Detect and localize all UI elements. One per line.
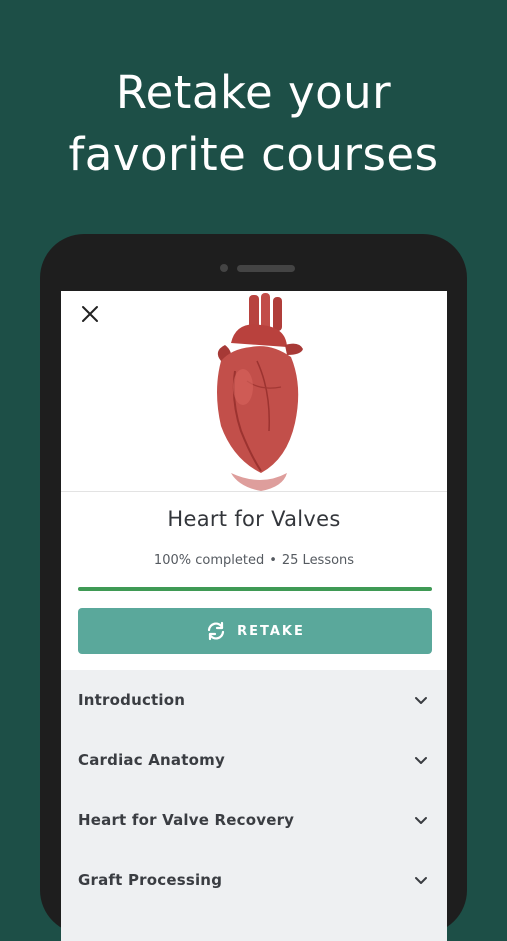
retake-label: RETAKE	[237, 623, 305, 639]
progress-fill	[78, 587, 432, 591]
progress-bar	[78, 587, 432, 591]
headline-line-2: favorite courses	[68, 128, 439, 181]
meta-separator: •	[269, 553, 277, 568]
refresh-icon	[208, 621, 225, 641]
camera-dot	[220, 264, 228, 272]
section-label: Graft Processing	[78, 871, 223, 889]
course-title: Heart for Valves	[167, 507, 341, 531]
course-screen: Heart for Valves 100% completed • 25 Lesso…	[61, 291, 447, 941]
speaker-slot	[237, 265, 295, 272]
chevron-down-icon	[415, 817, 427, 824]
section-item-cardiac-anatomy[interactable]: Cardiac Anatomy	[61, 730, 447, 790]
retake-button[interactable]: RETAKE	[78, 608, 432, 654]
phone-frame: Heart for Valves 100% completed • 25 Lesso…	[40, 234, 467, 941]
promo-headline: Retake your favorite courses	[0, 62, 507, 186]
section-label: Cardiac Anatomy	[78, 751, 225, 769]
course-hero-image	[61, 291, 447, 492]
section-label: Heart for Valve Recovery	[78, 811, 295, 829]
chevron-down-icon	[415, 877, 427, 884]
section-item-valve-recovery[interactable]: Heart for Valve Recovery	[61, 790, 447, 850]
completion-text: 100% completed	[153, 553, 265, 568]
chevron-down-icon	[415, 757, 427, 764]
close-icon[interactable]	[77, 301, 103, 327]
section-label: Introduction	[78, 691, 186, 709]
heart-illustration	[217, 293, 303, 491]
section-item-introduction[interactable]: Introduction	[61, 670, 447, 730]
lesson-count: 25 Lessons	[281, 553, 355, 568]
chevron-down-icon	[415, 697, 427, 704]
section-item-graft-processing[interactable]: Graft Processing	[61, 850, 447, 910]
headline-line-1: Retake your	[115, 66, 392, 119]
course-meta: 100% completed • 25 Lessons	[61, 553, 447, 568]
section-list: Introduction Cardiac Anatomy Heart for V…	[61, 670, 447, 941]
